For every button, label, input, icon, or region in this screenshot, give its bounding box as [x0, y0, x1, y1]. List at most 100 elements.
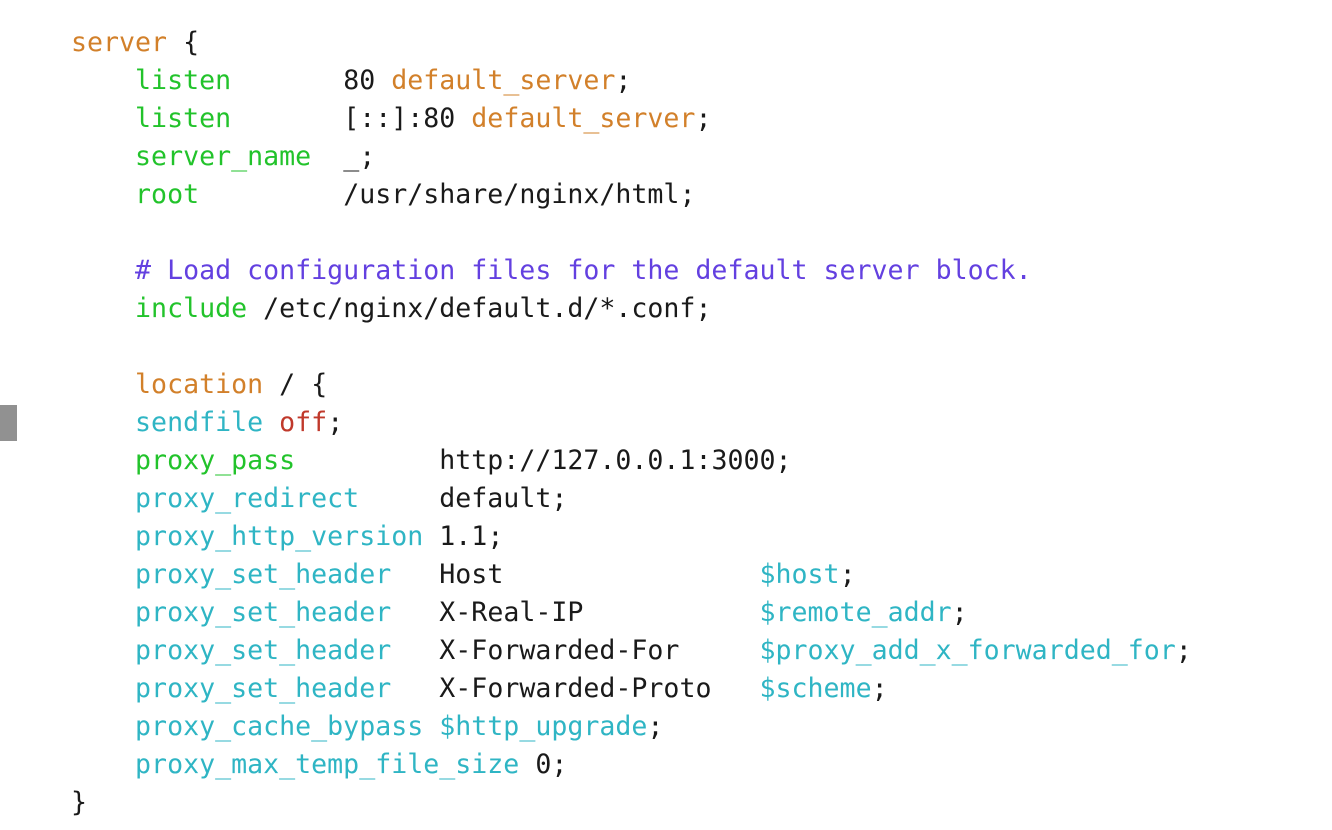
code-token: [::]:80 [343, 103, 472, 134]
line-blank-2[interactable] [71, 328, 1192, 366]
code-token: ; [695, 103, 712, 134]
line-comment-load-config[interactable]: # Load configuration files for the defau… [71, 252, 1192, 290]
code-token: proxy_set_header [135, 559, 392, 590]
code-token: ; [951, 597, 968, 628]
line-proxy-max-temp-file-size[interactable]: proxy_max_temp_file_size 0; [71, 746, 1192, 784]
code-token: default_server [471, 103, 696, 134]
line-sendfile[interactable]: sendfile off; [71, 404, 1192, 442]
code-token: 1.1 [439, 521, 488, 552]
code-token: # Load configuration files for the defau… [135, 255, 1032, 286]
code-token: _ [343, 141, 360, 172]
code-token: $http_upgrade [439, 711, 648, 742]
code-token: proxy_set_header [135, 597, 392, 628]
code-token: proxy_redirect [135, 483, 360, 514]
code-token: /usr/share/nginx/html [343, 179, 680, 210]
code-token: include [135, 293, 248, 324]
code-token: root [135, 179, 200, 210]
line-include[interactable]: include /etc/nginx/default.d/*.conf; [71, 290, 1192, 328]
line-proxy-redirect[interactable]: proxy_redirect default; [71, 480, 1192, 518]
line-close-brace[interactable]: } [71, 784, 1192, 822]
code-token: proxy_pass [135, 445, 296, 476]
code-token: /etc/nginx/default.d/*.conf [263, 293, 696, 324]
code-token: off [279, 407, 328, 438]
code-token: default_server [391, 65, 616, 96]
line-server-name[interactable]: server_name _; [71, 138, 1192, 176]
code-token: proxy_set_header [135, 673, 392, 704]
code-token: default [439, 483, 552, 514]
code-token: proxy_set_header [135, 635, 392, 666]
line-root[interactable]: root /usr/share/nginx/html; [71, 176, 1192, 214]
vertical-scrollbar-thumb[interactable] [0, 405, 17, 441]
code-token: sendfile [135, 407, 264, 438]
code-token: $scheme [759, 673, 872, 704]
code-viewer[interactable]: server { listen 80 default_server; liste… [71, 24, 1192, 822]
code-token: ; [359, 141, 376, 172]
line-server-open[interactable]: server { [71, 24, 1192, 62]
line-proxy-cache-bypass[interactable]: proxy_cache_bypass $http_upgrade; [71, 708, 1192, 746]
code-token: X-Real-IP [439, 597, 760, 628]
code-token: } [71, 787, 88, 818]
line-proxy-set-header-host[interactable]: proxy_set_header Host $host; [71, 556, 1192, 594]
code-token: X-Forwarded-For [439, 635, 760, 666]
line-proxy-set-header-xfp[interactable]: proxy_set_header X-Forwarded-Proto $sche… [71, 670, 1192, 708]
code-token: 80 [343, 65, 392, 96]
code-token: $proxy_add_x_forwarded_for [759, 635, 1176, 666]
code-token: ; [647, 711, 664, 742]
code-token: server [71, 27, 168, 58]
code-token: ; [551, 749, 568, 780]
code-token: proxy_http_version [135, 521, 424, 552]
line-proxy-set-header-xff[interactable]: proxy_set_header X-Forwarded-For $proxy_… [71, 632, 1192, 670]
code-token: listen [135, 103, 232, 134]
line-proxy-pass[interactable]: proxy_pass http://127.0.0.1:3000; [71, 442, 1192, 480]
code-token: ; [695, 293, 712, 324]
code-token: X-Forwarded-Proto [439, 673, 760, 704]
line-proxy-set-header-real-ip[interactable]: proxy_set_header X-Real-IP $remote_addr; [71, 594, 1192, 632]
line-proxy-http-version[interactable]: proxy_http_version 1.1; [71, 518, 1192, 556]
code-token: Host [439, 559, 760, 590]
code-token: { [183, 27, 200, 58]
code-token: 0 [535, 749, 552, 780]
line-location-open[interactable]: location / { [71, 366, 1192, 404]
code-token: $remote_addr [759, 597, 952, 628]
code-token: $host [759, 559, 840, 590]
line-listen-ipv6[interactable]: listen [::]:80 default_server; [71, 100, 1192, 138]
code-token: http://127.0.0.1:3000 [439, 445, 776, 476]
code-token: ; [615, 65, 632, 96]
line-listen-80[interactable]: listen 80 default_server; [71, 62, 1192, 100]
code-token: listen [135, 65, 232, 96]
code-token: server_name [135, 141, 312, 172]
code-token: ; [871, 673, 888, 704]
line-blank-1[interactable] [71, 214, 1192, 252]
code-token: ; [775, 445, 792, 476]
code-token: proxy_max_temp_file_size [135, 749, 520, 780]
